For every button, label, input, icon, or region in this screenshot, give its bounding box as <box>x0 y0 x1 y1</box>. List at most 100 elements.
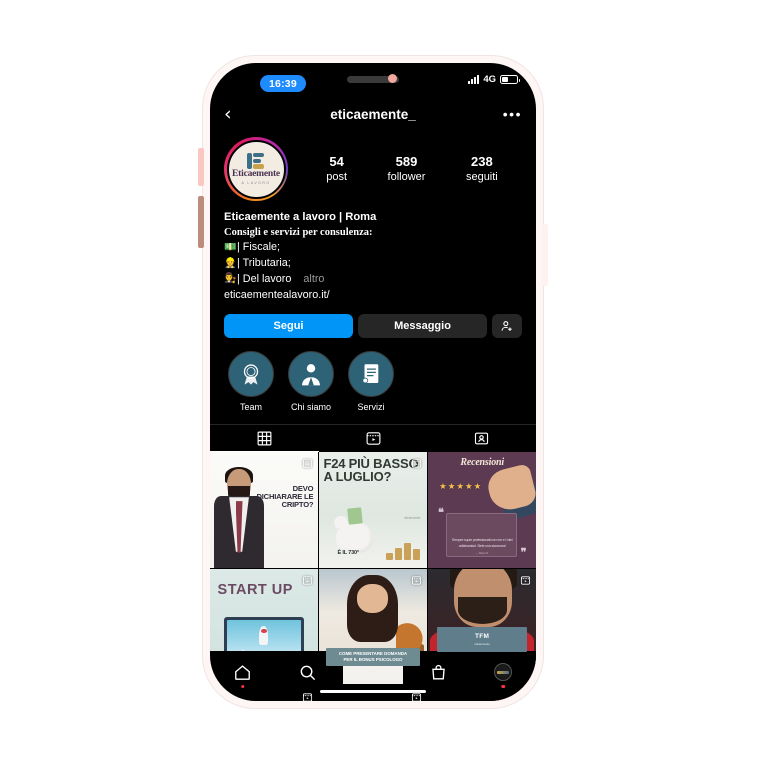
more-options-icon[interactable]: ••• <box>503 106 522 121</box>
highlight-team[interactable]: Team <box>228 350 274 413</box>
tab-reels[interactable] <box>319 425 428 452</box>
status-time: 16:39 <box>260 75 306 92</box>
bio-line-text: | Tributaria; <box>237 257 291 270</box>
grid-post-1[interactable]: DEVO DICHIARARE LE CRIPTO? <box>210 452 318 568</box>
reel-badge-icon <box>411 456 422 468</box>
profile-stats: 54 post 589 follower 238 seguiti <box>288 154 522 185</box>
reel-badge-icon <box>411 690 422 701</box>
reels-icon <box>366 432 380 446</box>
avatar[interactable]: Eticaemente A LAVORO <box>224 137 288 201</box>
money-emoji-icon: 💵 <box>224 242 237 254</box>
post-watermark: eticaemente <box>404 515 421 520</box>
avatar-image: Eticaemente A LAVORO <box>226 139 286 199</box>
post-amount-label: È IL 730° <box>337 550 359 557</box>
judge-emoji-icon: 👨‍⚖️ <box>224 273 237 285</box>
stat-label: post <box>326 170 348 183</box>
notification-badge <box>240 684 245 688</box>
brand-logo-icon <box>247 152 265 169</box>
bio-line-text: | Del lavoro <box>237 272 292 285</box>
highlight-cover <box>348 350 394 397</box>
highlight-label: Team <box>239 401 262 412</box>
highlight-label: Chi siamo <box>290 401 331 412</box>
status-indicators: 4G <box>467 74 520 85</box>
highlight-chi-siamo[interactable]: Chi siamo <box>288 350 334 413</box>
profile-content-tabs <box>210 424 536 453</box>
notification-badge <box>501 684 506 688</box>
star-rating-icon: ★ ★ ★ ★ ★ <box>439 481 482 492</box>
power-button[interactable] <box>542 224 548 286</box>
signal-strength-icon <box>467 75 480 84</box>
post-caption: TFM <box>475 632 490 640</box>
person-face <box>356 584 389 613</box>
add-person-icon <box>501 320 512 331</box>
bio-display-name: Eticaemente a lavoro | Roma <box>224 211 377 223</box>
bio-website-link[interactable]: eticaementealavoro.it/ <box>224 287 522 303</box>
piggy-bank-illustration <box>336 521 373 553</box>
coins-illustration <box>386 542 421 560</box>
screenshot-canvas: 16:39 4G ‹ eticaemente_ ••• Eticaemente … <box>0 0 768 768</box>
stat-label: follower <box>387 170 426 183</box>
quote-close-icon: ❞ <box>520 546 527 559</box>
message-button[interactable]: Messaggio <box>358 313 487 338</box>
stat-value: 238 <box>471 153 493 169</box>
stat-followers[interactable]: 589 follower <box>388 154 426 185</box>
tab-tagged[interactable] <box>427 425 536 452</box>
tab-grid[interactable] <box>210 425 319 453</box>
reel-badge-icon <box>520 573 531 585</box>
person-suit-icon <box>302 363 320 385</box>
phone-screen: 16:39 4G ‹ eticaemente_ ••• Eticaemente … <box>210 63 536 701</box>
highlight-cover <box>288 350 334 397</box>
volume-up-button[interactable] <box>198 148 204 186</box>
post-caption-band: COME PRESENTARE DOMANDA PER IL BONUS PSI… <box>325 647 421 666</box>
stat-value: 54 <box>329 153 344 169</box>
avatar-logo-text: Eticaemente <box>232 168 280 179</box>
quote-open-icon: ❝ <box>438 506 444 519</box>
reel-badge-icon <box>302 690 313 701</box>
nav-profile[interactable] <box>486 659 520 688</box>
grid-post-2[interactable]: F24 PIÙ BASSO A LUGLIO? È IL 730° eticae… <box>319 452 427 568</box>
reel-badge-icon <box>302 456 313 468</box>
profile-avatar-icon <box>494 663 513 681</box>
profile-header: Eticaemente A LAVORO 54 post 589 followe… <box>210 129 536 201</box>
grid-post-3[interactable]: Recensioni ★ ★ ★ ★ ★ ❝ Sempre super professi… <box>428 452 536 568</box>
back-button[interactable]: ‹ <box>224 104 232 124</box>
bio-line-fiscale: 💵 | Fiscale; <box>224 240 522 256</box>
stat-value: 589 <box>395 153 418 169</box>
review-quote-text: Sempre super professionali con me e i mi… <box>451 538 513 548</box>
profile-action-buttons: Segui Messaggio <box>210 304 536 338</box>
search-icon <box>300 665 316 680</box>
stat-following[interactable]: 238 seguiti <box>466 154 498 185</box>
document-icon <box>362 363 379 383</box>
battery-icon <box>500 74 520 85</box>
bio-more-link[interactable]: altro <box>303 272 324 288</box>
post-watermark: eticaemente <box>474 641 490 646</box>
bio-tagline: Consigli e servizi per consulenza: <box>224 227 373 239</box>
profile-nav-header: ‹ eticaemente_ ••• <box>210 99 536 129</box>
volume-down-button[interactable] <box>198 196 204 248</box>
post-caption: F24 PIÙ BASSO A LUGLIO? <box>323 456 419 484</box>
tagged-icon <box>475 432 489 445</box>
profile-bio: Eticaemente a lavoro | Roma Consigli e s… <box>210 201 536 304</box>
nav-home[interactable] <box>226 659 260 688</box>
post-title: Recensioni <box>460 457 504 469</box>
phone-device-frame: 16:39 4G ‹ eticaemente_ ••• Eticaemente … <box>198 56 548 708</box>
highlight-servizi[interactable]: Servizi <box>348 350 394 413</box>
bio-line-tributaria: 👷 | Tributaria; <box>224 256 522 272</box>
bio-line-text: | Fiscale; <box>237 241 281 254</box>
reel-badge-icon <box>302 573 313 585</box>
post-watermark: eticaemente <box>365 668 381 673</box>
shop-bag-icon <box>431 664 445 680</box>
avatar-logo-subtext: A LAVORO <box>241 181 271 186</box>
reel-badge-icon <box>411 573 422 585</box>
network-type-label: 4G <box>483 74 496 85</box>
camera-indicator-dot <box>388 74 397 83</box>
profile-username-title: eticaemente_ <box>330 106 416 122</box>
bio-line-lavoro: 👨‍⚖️ | Del lavoro altro <box>224 272 522 288</box>
follow-button[interactable]: Segui <box>224 313 353 338</box>
stat-posts[interactable]: 54 post <box>326 154 347 185</box>
banknote-illustration <box>347 506 364 525</box>
badge-team-icon <box>243 363 259 385</box>
home-icon <box>235 664 250 680</box>
add-person-button[interactable] <box>492 313 522 338</box>
highlight-cover <box>228 350 274 397</box>
